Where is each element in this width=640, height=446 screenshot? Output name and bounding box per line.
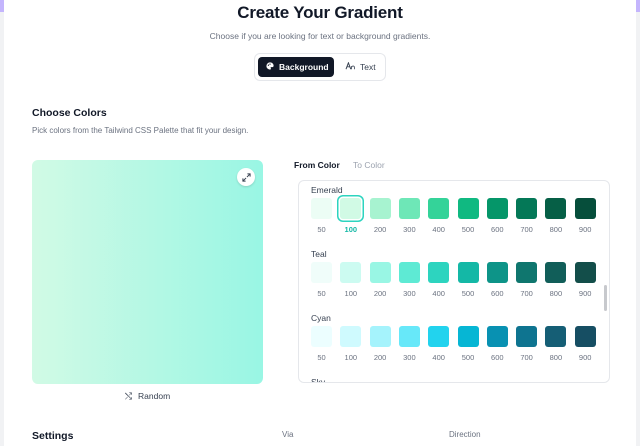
choose-colors-description: Pick colors from the Tailwind CSS Palett… [32,126,249,135]
shade-label: 400 [432,289,445,298]
tab-from-color[interactable]: From Color [294,160,340,170]
color-swatch-cyan-600[interactable] [486,326,508,347]
tab-to-color[interactable]: To Color [353,160,385,170]
expand-icon[interactable] [237,168,255,186]
shade-label: 700 [520,289,533,298]
choose-colors-heading: Choose Colors [32,107,107,119]
background-mode-label: Background [279,62,329,72]
shade-label: 50 [317,353,326,362]
random-label: Random [138,391,171,401]
shade-label: 700 [520,353,533,362]
text-mode-label: Text [360,62,376,72]
shade-label: 500 [461,353,475,362]
shade-label: 200 [373,225,387,234]
shade-label: 600 [491,289,504,298]
color-swatch-cyan-700[interactable] [516,326,538,347]
color-swatch-emerald-50[interactable] [311,198,332,219]
shade-label: 100 [344,289,358,298]
color-swatch-emerald-200[interactable] [369,198,391,219]
color-swatch-teal-50[interactable] [311,262,332,283]
color-swatch-cyan-800[interactable] [545,326,567,347]
shade-label: 300 [403,289,416,298]
color-swatch-cyan-300[interactable] [398,326,420,347]
shade-label: 200 [373,353,387,362]
shade-label: 100 [344,225,358,234]
color-swatch-teal-600[interactable] [486,262,508,283]
shade-label: 100 [344,353,358,362]
color-swatch-cyan-500[interactable] [457,326,479,347]
shade-label: 500 [461,225,475,234]
color-palette: Emerald 50 100 200 300 400 500 600 700 800 900 Teal… [298,180,610,383]
random-button[interactable]: ⤭ Random [32,391,263,402]
direction-label: Direction [449,430,481,439]
shade-label: 50 [317,289,326,298]
color-swatch-emerald-500[interactable] [457,198,479,219]
color-swatch-teal-400[interactable] [428,262,450,283]
color-swatch-teal-300[interactable] [398,262,420,283]
background-mode-button[interactable]: Background [258,57,334,77]
gradient-type-toggle: Background Text [254,53,386,81]
color-swatch-teal-100[interactable] [340,262,362,283]
shade-label: 900 [578,225,592,234]
color-swatch-emerald-700[interactable] [516,198,538,219]
shade-label: 400 [432,353,445,362]
shade-label: 800 [549,225,563,234]
shade-label: 800 [549,353,563,362]
color-swatch-emerald-100[interactable] [340,198,362,219]
shade-label: 500 [461,289,475,298]
color-swatch-cyan-200[interactable] [369,326,391,347]
shuffle-icon: ⤭ [124,391,133,401]
shade-label: 600 [491,353,504,362]
color-swatch-emerald-900[interactable] [574,198,596,219]
palette-group-name: Teal [311,249,327,259]
shade-label: 600 [491,225,504,234]
color-swatch-teal-500[interactable] [457,262,479,283]
shade-label: 400 [432,225,445,234]
settings-heading: Settings [32,430,74,442]
page-subtitle: Choose if you are looking for text or ba… [209,31,431,41]
color-swatch-cyan-400[interactable] [428,326,450,347]
via-label: Via [282,430,294,439]
gradient-generator-page: Create Your Gradient Choose if you are l… [4,0,636,446]
color-swatch-cyan-900[interactable] [574,326,596,347]
color-swatch-emerald-600[interactable] [486,198,508,219]
text-mode-button[interactable]: Text [339,57,383,77]
shade-label: 50 [317,225,326,234]
color-swatch-teal-900[interactable] [574,262,596,283]
shade-label: 300 [403,225,416,234]
shade-label: 800 [549,289,563,298]
color-swatch-teal-800[interactable] [545,262,567,283]
palette-scrollbar[interactable] [604,285,607,311]
shade-label: 900 [578,353,592,362]
color-swatch-cyan-50[interactable] [311,326,332,347]
font-icon [345,61,355,72]
shade-label: 300 [403,353,416,362]
shade-label: 700 [520,225,533,234]
shade-label: 200 [373,289,387,298]
color-swatch-teal-200[interactable] [369,262,391,283]
gradient-preview [32,160,263,384]
color-swatch-emerald-800[interactable] [545,198,567,219]
shade-label: 900 [578,289,592,298]
palette-group-name: Emerald [311,185,343,195]
palette-group-name: Cyan [311,313,331,323]
color-swatch-emerald-300[interactable] [398,198,420,219]
color-swatch-emerald-400[interactable] [428,198,450,219]
color-swatch-teal-700[interactable] [516,262,538,283]
palette-icon [266,62,274,72]
color-swatch-cyan-100[interactable] [340,326,362,347]
page-title: Create Your Gradient [237,3,403,22]
window-edge-right [636,0,640,12]
palette-group-name: Sky [311,377,326,383]
